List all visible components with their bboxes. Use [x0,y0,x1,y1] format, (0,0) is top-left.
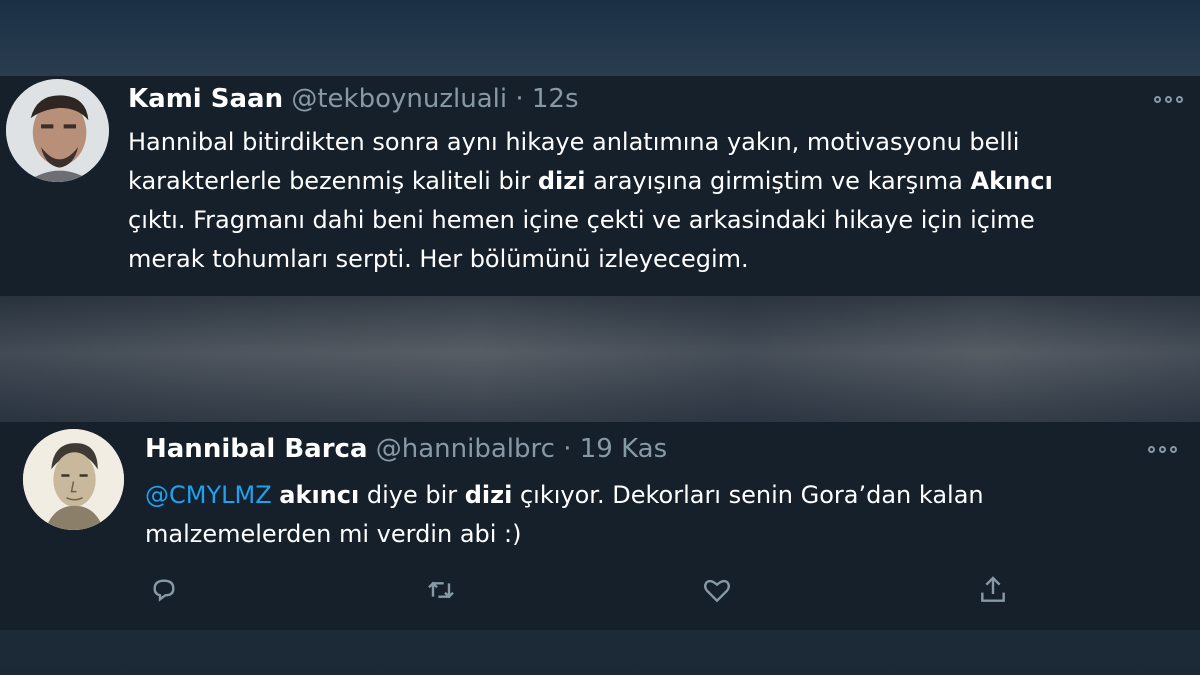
tweet-header: Hannibal Barca @hannibalbrc · 19 Kas [145,434,667,464]
more-options-icon[interactable] [1154,96,1183,103]
text-segment: diye bir [359,481,465,509]
tweet-card[interactable]: Kami Saan @tekboynuzluali · 12s Hannibal… [0,76,1200,296]
text-segment: karakterlerle bezenmiş kaliteli bir [128,167,538,195]
timestamp[interactable]: 12s [532,84,579,114]
avatar[interactable] [6,79,109,182]
more-options-icon[interactable] [1148,446,1177,453]
user-handle[interactable]: @tekboynuzluali [291,84,507,114]
tweet-header: Kami Saan @tekboynuzluali · 12s [128,84,579,114]
mention-link[interactable]: @CMYLMZ [145,481,272,509]
tweet-line: malzemelerden mi verdin abi :) [145,520,522,548]
text-segment: arayışına girmiştim ve karşıma [585,167,971,195]
tweet-actions [0,572,1200,608]
retweet-icon[interactable] [423,572,459,608]
blurred-background-middle [0,296,1200,422]
tweet-line: karakterlerle bezenmiş kaliteli bir dizi… [128,162,1178,201]
tweet-line: merak tohumları serpti. Her bölümünü izl… [128,245,749,273]
highlighted-keyword: dizi [537,167,586,195]
display-name[interactable]: Hannibal Barca [145,434,368,464]
separator-dot: · [515,84,524,114]
display-name[interactable]: Kami Saan [128,84,283,114]
avatar[interactable] [23,429,124,530]
separator-dot: · [563,434,572,464]
tweet-line: çıktı. Fragmanı dahi beni hemen içine çe… [128,206,1035,234]
share-icon[interactable] [975,572,1011,608]
highlighted-keyword: akıncı [279,481,360,509]
blurred-background-top [0,0,1200,76]
timestamp[interactable]: 19 Kas [580,434,667,464]
tweet-text: Hannibal bitirdikten sonra aynı hikaye a… [128,123,1178,279]
tweet-line: @CMYLMZ akıncı diye bir dizi çıkıyor. De… [145,476,1145,515]
tweet-text: @CMYLMZ akıncı diye bir dizi çıkıyor. De… [145,476,1145,554]
highlighted-keyword: dizi [464,481,513,509]
like-icon[interactable] [699,572,735,608]
highlighted-keyword: Akıncı [970,167,1053,195]
tweet-line: Hannibal bitirdikten sonra aynı hikaye a… [128,128,1020,156]
reply-icon[interactable] [146,572,182,608]
tweet-card[interactable]: Hannibal Barca @hannibalbrc · 19 Kas @CM… [0,422,1200,630]
user-handle[interactable]: @hannibalbrc [376,434,555,464]
text-segment: çıkıyor. Dekorları senin Gora’dan kalan [512,481,984,509]
blurred-background-bottom [0,630,1200,675]
